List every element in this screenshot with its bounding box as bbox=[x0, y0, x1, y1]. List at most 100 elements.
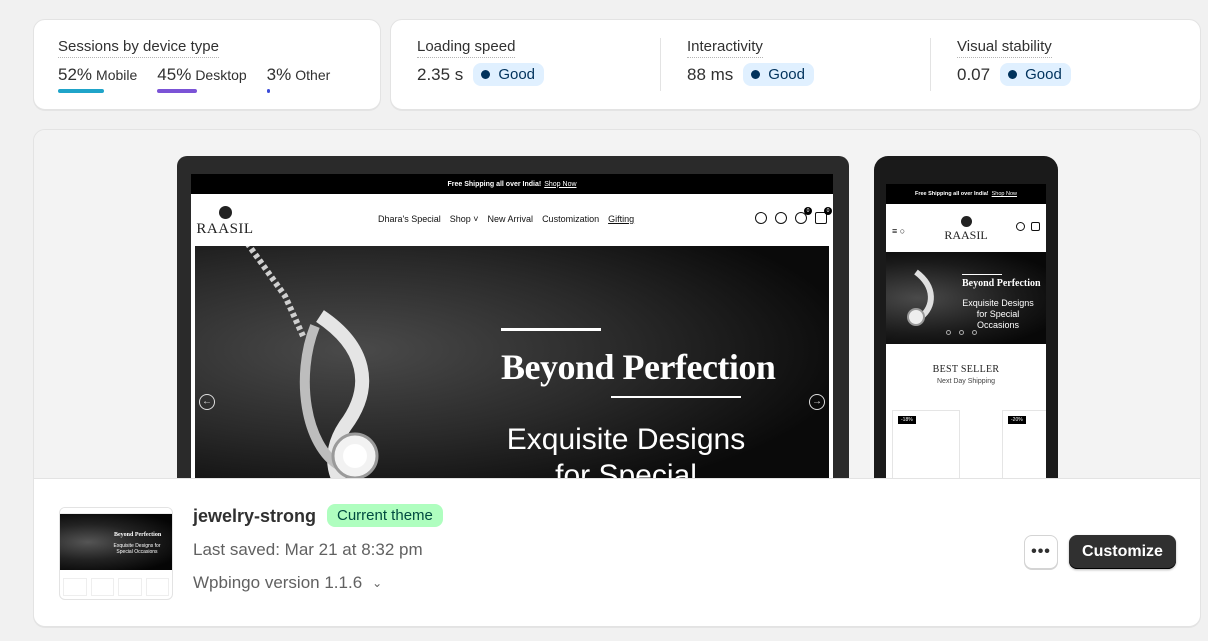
best-seller-title: BEST SELLER bbox=[932, 364, 1000, 375]
logo-mark-icon bbox=[218, 206, 232, 219]
vital-title[interactable]: Visual stability bbox=[957, 38, 1052, 58]
store-icons: 0 0 bbox=[755, 207, 832, 224]
hero-divider bbox=[501, 328, 601, 331]
device-breakdown: 52% Mobile 45% Desktop 3% Other bbox=[58, 65, 356, 95]
theme-preview[interactable]: Free Shipping all over India! Shop Now RA… bbox=[34, 130, 1200, 478]
vital-interactivity: Interactivity 88 ms Good bbox=[661, 38, 931, 91]
announcement-text: Free Shipping all over India! bbox=[447, 180, 542, 188]
device-bar bbox=[58, 89, 104, 93]
pendant-image bbox=[907, 269, 934, 326]
vital-title[interactable]: Loading speed bbox=[417, 38, 516, 58]
hero-divider bbox=[962, 274, 1002, 275]
store-nav-links: Dhara's Special Shop ˅ New Arrival Custo… bbox=[378, 214, 634, 224]
customize-button[interactable]: Customize bbox=[1069, 535, 1176, 569]
device-percent: 45% bbox=[157, 65, 192, 84]
arrow-left-icon: ← bbox=[199, 394, 215, 410]
wishlist-icon bbox=[1016, 222, 1025, 231]
device-desktop: 45% Desktop bbox=[157, 65, 247, 95]
device-label: Desktop bbox=[195, 67, 247, 83]
status-dot-icon bbox=[481, 70, 491, 79]
device-bar bbox=[266, 89, 270, 93]
device-label: Other bbox=[295, 67, 331, 83]
hero-title: Beyond Perfection bbox=[962, 278, 1041, 289]
device-percent: 3% bbox=[266, 65, 292, 84]
product-card: -20% bbox=[1002, 410, 1046, 478]
theme-thumbnail[interactable]: Beyond Perfection Exquisite Designs for … bbox=[59, 507, 173, 600]
announcement-link: Shop Now bbox=[544, 180, 577, 188]
theme-version-toggle[interactable]: Wpbingo version 1.1.6 ⌄ bbox=[193, 573, 382, 593]
nav-link: Shop ˅ bbox=[449, 214, 479, 224]
web-vitals-card: Loading speed 2.35 s Good Interactivity … bbox=[390, 19, 1201, 110]
sessions-title[interactable]: Sessions by device type bbox=[58, 38, 219, 58]
nav-link: Dhara's Special bbox=[378, 214, 441, 224]
best-seller-section: BEST SELLER Next Day Shipping bbox=[886, 364, 1046, 385]
logo-text: RAASIL bbox=[944, 228, 988, 242]
status-label: Good bbox=[768, 66, 805, 83]
status-dot-icon bbox=[751, 70, 761, 79]
store-header: RAASIL Dhara's Special Shop ˅ New Arriva… bbox=[191, 194, 833, 246]
mobile-screen: Free Shipping all over India! Shop Now ≡ … bbox=[886, 184, 1046, 478]
hero-divider bbox=[611, 396, 741, 398]
hero-subtitle: Exquisite Designs for Special Occasions bbox=[962, 298, 1034, 330]
status-badge: Good bbox=[1000, 63, 1071, 86]
nav-link: Customization bbox=[542, 214, 600, 224]
current-theme-card: Free Shipping all over India! Shop Now RA… bbox=[33, 129, 1201, 627]
announcement-text: Free Shipping all over India! bbox=[914, 191, 989, 197]
status-badge: Good bbox=[473, 63, 545, 86]
store-icons bbox=[1016, 222, 1040, 231]
announcement-bar: Free Shipping all over India! Shop Now bbox=[191, 174, 833, 194]
theme-name: jewelry-strong bbox=[193, 506, 317, 526]
wishlist-count: 0 bbox=[804, 207, 812, 215]
status-label: Good bbox=[498, 66, 536, 83]
vital-value: 88 ms bbox=[687, 64, 734, 84]
current-theme-badge: Current theme bbox=[327, 504, 443, 527]
more-actions-button[interactable]: ••• bbox=[1024, 535, 1058, 569]
announcement-link: Shop Now bbox=[991, 191, 1018, 197]
desktop-preview: Free Shipping all over India! Shop Now RA… bbox=[177, 156, 849, 478]
nav-link-label: Shop bbox=[449, 214, 471, 224]
cart-icon: 0 bbox=[815, 207, 832, 224]
wishlist-icon: 0 bbox=[795, 207, 812, 224]
hero-banner: Beyond Perfection Exquisite Designs for … bbox=[195, 246, 829, 478]
status-label: Good bbox=[1025, 66, 1062, 83]
nav-link: Gifting bbox=[608, 214, 635, 224]
device-percent: 52% bbox=[58, 65, 93, 84]
store-logo: RAASIL bbox=[936, 216, 996, 243]
vital-value: 0.07 bbox=[957, 64, 991, 84]
vital-value: 2.35 s bbox=[417, 64, 464, 84]
vital-loading-speed: Loading speed 2.35 s Good bbox=[391, 38, 661, 91]
theme-info-bar: Beyond Perfection Exquisite Designs for … bbox=[34, 478, 1200, 626]
status-badge: Good bbox=[743, 63, 814, 86]
thumb-title: Beyond Perfection bbox=[114, 532, 162, 538]
pendant-image bbox=[245, 246, 379, 478]
announcement-bar: Free Shipping all over India! Shop Now bbox=[886, 184, 1046, 204]
device-other: 3% Other bbox=[266, 65, 331, 95]
menu-icon: ≡ ○ bbox=[892, 226, 906, 236]
thumb-subtitle: Exquisite Designs for Special Occasions bbox=[113, 543, 161, 555]
store-header: ≡ ○ RAASIL bbox=[886, 204, 1046, 252]
account-icon bbox=[775, 212, 787, 224]
best-seller-subtitle: Next Day Shipping bbox=[937, 378, 995, 385]
device-bar bbox=[157, 89, 198, 93]
search-icon bbox=[755, 212, 767, 224]
hero-subtitle: Exquisite Designs for Special Occasions bbox=[506, 423, 746, 478]
discount-tag: -18% bbox=[898, 416, 916, 424]
store-logo: RAASIL bbox=[195, 206, 255, 238]
arrow-right-icon: → bbox=[809, 394, 825, 410]
device-mobile: 52% Mobile bbox=[58, 65, 137, 95]
last-saved: Last saved: Mar 21 at 8:32 pm bbox=[193, 540, 423, 559]
vital-title[interactable]: Interactivity bbox=[687, 38, 763, 58]
desktop-screen: Free Shipping all over India! Shop Now RA… bbox=[191, 174, 833, 478]
hero-banner: Beyond Perfection Exquisite Designs for … bbox=[886, 252, 1046, 344]
theme-version: Wpbingo version 1.1.6 bbox=[193, 573, 363, 592]
status-dot-icon bbox=[1008, 70, 1018, 79]
device-label: Mobile bbox=[96, 67, 138, 83]
vital-visual-stability: Visual stability 0.07 Good bbox=[931, 38, 1200, 91]
logo-mark-icon bbox=[960, 216, 972, 227]
hero-title: Beyond Perfection bbox=[501, 347, 776, 387]
discount-tag: -20% bbox=[1008, 416, 1026, 424]
mobile-preview: Free Shipping all over India! Shop Now ≡ … bbox=[874, 156, 1058, 478]
sessions-by-device-card: Sessions by device type 52% Mobile 45% Des… bbox=[33, 19, 381, 110]
logo-text: RAASIL bbox=[196, 221, 254, 237]
nav-link: New Arrival bbox=[487, 214, 534, 224]
